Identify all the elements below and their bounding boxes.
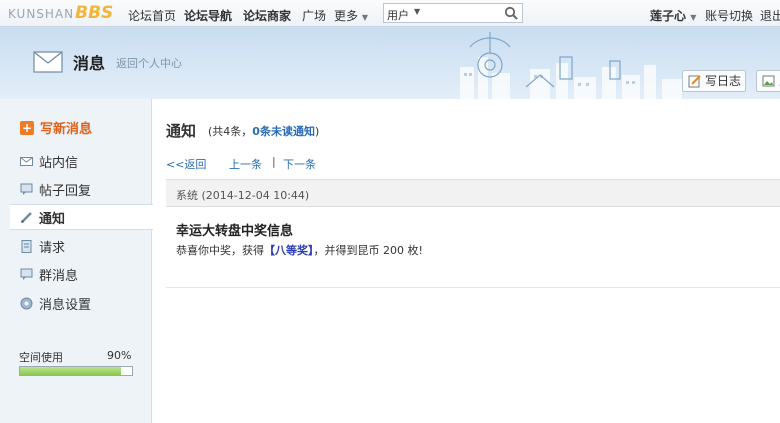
top-navigation-bar: KUNSHAN BBS 论坛首页 论坛导航 论坛商家 广场 更多 ▼ 用户 ▼ …: [0, 0, 780, 27]
logo-text-kunshan: KUNSHAN: [8, 7, 75, 21]
chevron-down-icon: ▼: [414, 7, 421, 16]
settings-icon: [20, 297, 33, 309]
edit-note-icon: [688, 75, 701, 88]
nav-separator: |: [272, 155, 276, 168]
count-prefix: (共4条，: [208, 125, 253, 138]
sidebar-item-label: 帖子回复: [39, 183, 92, 199]
back-link[interactable]: <<返回: [166, 156, 206, 172]
pencil-icon: [21, 211, 32, 223]
chevron-down-icon: ▼: [361, 13, 368, 22]
compose-message-label: 写新消息: [40, 122, 93, 137]
section-title: 通知: [166, 122, 197, 140]
prize-link[interactable]: 【八等奖】: [264, 244, 314, 257]
notification-sender-time: 系统 (2014-12-04 10:44): [176, 189, 310, 202]
nav-more-label: 更多: [334, 9, 359, 23]
nav-more[interactable]: 更多 ▼: [334, 7, 368, 24]
sidebar-item-label: 站内信: [39, 155, 79, 171]
sidebar-item-post-replies[interactable]: 帖子回复: [10, 176, 152, 202]
sidebar-item-inbox[interactable]: 站内信: [10, 148, 152, 174]
back-to-profile-link[interactable]: 返回个人中心: [116, 55, 182, 71]
unread-count-link[interactable]: 0条未读通知: [252, 125, 315, 138]
message-sidebar: + 写新消息 站内信 帖子回复 通知 请求 群消息 消息设置 空间使用 90%: [0, 99, 153, 423]
divider: [166, 287, 780, 288]
compose-message-button[interactable]: + 写新消息: [20, 118, 92, 137]
next-link[interactable]: 下一条: [283, 156, 316, 172]
image-icon: [762, 75, 775, 87]
search-icon[interactable]: [504, 6, 518, 20]
notification-title: 幸运大转盘中奖信息: [176, 224, 294, 239]
comment-icon: [20, 268, 33, 280]
page-banner: 消息 返回个人中心 写日志: [0, 27, 780, 99]
site-logo[interactable]: KUNSHAN BBS: [8, 3, 113, 23]
sidebar-item-label: 通知: [39, 211, 66, 227]
page-title: 消息: [73, 54, 106, 73]
sidebar-item-label: 群消息: [39, 268, 79, 284]
write-blog-button[interactable]: 写日志: [682, 70, 746, 92]
mail-icon: [20, 156, 33, 166]
count-suffix: ): [314, 125, 320, 138]
envelope-icon: [33, 51, 63, 73]
space-usage-bar: [19, 366, 133, 376]
comment-icon: [20, 183, 33, 195]
body-suffix: ，并得到昆币 200 枚!: [313, 244, 423, 257]
notification-header: 系统 (2014-12-04 10:44): [166, 179, 780, 207]
sidebar-item-message-settings[interactable]: 消息设置: [10, 290, 152, 316]
previous-link[interactable]: 上一条: [229, 156, 262, 172]
space-usage-fill: [20, 367, 121, 375]
switch-account-link[interactable]: 账号切换: [705, 7, 753, 24]
logo-text-bbs: BBS: [75, 3, 114, 23]
plus-icon: +: [20, 120, 34, 135]
upload-photo-button[interactable]: 上传: [756, 70, 780, 92]
sidebar-item-requests[interactable]: 请求: [10, 233, 152, 259]
notification-count: (共4条，0条未读通知): [208, 123, 319, 139]
space-usage-label: 空间使用: [19, 351, 63, 364]
sidebar-item-label: 消息设置: [39, 297, 92, 313]
search-type-select[interactable]: 用户: [387, 7, 409, 23]
username: 莲子心: [650, 9, 687, 23]
nav-forum-home[interactable]: 论坛首页: [128, 7, 176, 24]
exit-link[interactable]: 退出: [760, 7, 780, 24]
search-box[interactable]: 用户 ▼: [383, 3, 523, 23]
body-prefix: 恭喜你中奖，获得: [176, 244, 264, 257]
sidebar-item-group-messages[interactable]: 群消息: [10, 261, 152, 287]
nav-forum-merchants[interactable]: 论坛商家: [243, 7, 291, 24]
sidebar-item-notifications[interactable]: 通知: [10, 204, 153, 230]
notification-detail-panel: 通知 (共4条，0条未读通知) <<返回 上一条 | 下一条 系统 (2014-…: [153, 99, 780, 423]
chevron-down-icon: ▼: [690, 13, 697, 22]
write-blog-label: 写日志: [705, 74, 742, 88]
username-menu[interactable]: 莲子心 ▼: [650, 7, 696, 24]
document-icon: [21, 239, 32, 253]
sidebar-item-label: 请求: [39, 240, 66, 256]
nav-square[interactable]: 广场: [302, 7, 326, 24]
space-usage-value: 90%: [107, 349, 132, 362]
notification-body: 恭喜你中奖，获得【八等奖】，并得到昆币 200 枚!: [176, 242, 423, 258]
nav-forum-guide[interactable]: 论坛导航: [184, 7, 232, 24]
